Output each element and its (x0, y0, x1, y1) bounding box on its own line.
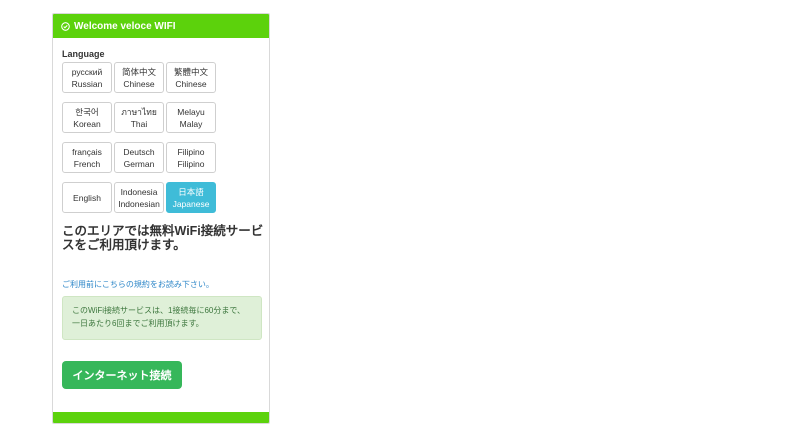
lang-button-indonesian[interactable]: Indonesia Indonesian (114, 182, 164, 213)
internet-connect-button[interactable]: インターネット接続 (62, 361, 182, 389)
lang-button-chinese-traditional[interactable]: 繁體中文 Chinese (166, 62, 216, 93)
lang-native-label: Filipino (177, 146, 205, 157)
lang-native-label: Melayu (177, 106, 205, 117)
lang-button-japanese[interactable]: 日本語 Japanese (166, 182, 216, 213)
lang-button-english[interactable]: English (62, 182, 112, 213)
panel-header: Welcome veloce WIFI (53, 14, 269, 38)
lang-native-label: ภาษาไทย (121, 106, 157, 117)
lang-native-label: Deutsch (123, 146, 155, 157)
lang-button-german[interactable]: Deutsch German (114, 142, 164, 173)
lang-english-label: Thai (130, 118, 148, 129)
service-headline: このエリアでは無料WiFi接続サービスをご利用頂けます。 (62, 224, 264, 252)
lang-english-label: Korean (73, 118, 101, 129)
lang-button-thai[interactable]: ภาษาไทย Thai (114, 102, 164, 133)
lang-button-malay[interactable]: Melayu Malay (166, 102, 216, 133)
lang-button-french[interactable]: français French (62, 142, 112, 173)
lang-native-label: 简体中文 (121, 66, 156, 77)
lang-english-label: Chinese (123, 78, 155, 89)
wifi-portal-panel: Welcome veloce WIFI Language русский Rus… (52, 13, 270, 424)
lang-english-label: Malay (179, 118, 203, 129)
lang-button-chinese-simplified[interactable]: 简体中文 Chinese (114, 62, 164, 93)
lang-english-label: Chinese (175, 78, 207, 89)
lang-english-label: German (123, 158, 155, 169)
lang-english-label: Russian (71, 78, 103, 89)
lang-button-russian[interactable]: русский Russian (62, 62, 112, 93)
usage-notice: このWiFi接続サービスは、1接続毎に60分まで、一日あたり6回までご利用頂けま… (62, 296, 262, 340)
lang-native-label: English (73, 192, 101, 203)
lang-english-label: French (73, 158, 101, 169)
lang-native-label: 한국어 (75, 106, 99, 117)
lang-english-label: Filipino (177, 158, 205, 169)
lang-native-label: 日本語 (178, 186, 204, 197)
panel-footer-bar (53, 412, 269, 423)
lang-native-label: français (72, 146, 102, 157)
lang-english-label: Indonesian (118, 198, 160, 209)
lang-native-label: 繁體中文 (173, 66, 208, 77)
lang-native-label: Indonesia (120, 186, 158, 197)
language-label: Language (62, 49, 105, 59)
language-grid: русский Russian 简体中文 Chinese 繁體中文 Chines… (62, 62, 216, 213)
terms-link[interactable]: ご利用前にこちらの規約をお読み下さい。 (62, 279, 214, 290)
lang-english-label: Japanese (172, 198, 210, 209)
check-circle-icon (61, 21, 70, 31)
lang-button-korean[interactable]: 한국어 Korean (62, 102, 112, 133)
header-title: Welcome veloce WIFI (74, 20, 176, 32)
lang-native-label: русский (71, 66, 103, 77)
lang-button-filipino[interactable]: Filipino Filipino (166, 142, 216, 173)
